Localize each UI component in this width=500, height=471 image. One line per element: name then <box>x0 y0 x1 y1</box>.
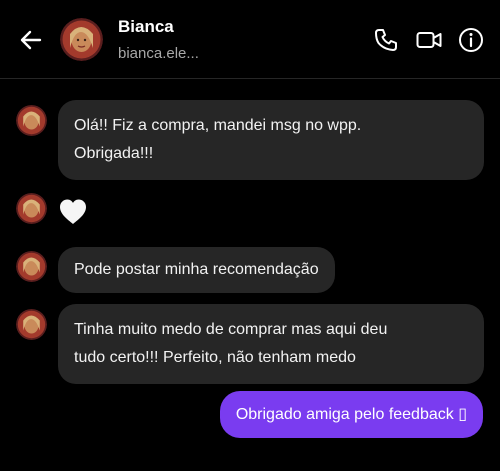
message-text-line: Tinha muito medo de comprar mas aqui deu <box>74 321 388 338</box>
contact-name[interactable]: Bianca <box>118 17 174 37</box>
sender-avatar[interactable] <box>16 193 47 224</box>
incoming-message-bubble[interactable]: Pode postar minha recomendação <box>58 247 335 293</box>
message-text-line: tudo certo!!! Perfeito, não tenham medo <box>74 349 356 366</box>
phone-icon[interactable] <box>372 26 400 54</box>
sender-avatar[interactable] <box>16 251 47 282</box>
incoming-message-bubble[interactable]: Tinha muito medo de comprar mas aqui deu… <box>58 304 484 384</box>
contact-avatar[interactable] <box>60 18 103 61</box>
white-heart-icon[interactable] <box>58 197 88 227</box>
back-arrow-icon[interactable] <box>18 27 44 53</box>
sender-avatar[interactable] <box>16 309 47 340</box>
info-icon[interactable] <box>457 26 485 54</box>
chat-window: Bianca bianca.ele... Olá!! Fiz a compra,… <box>0 0 500 471</box>
chat-header: Bianca bianca.ele... <box>0 0 500 79</box>
video-camera-icon[interactable] <box>415 26 443 54</box>
message-text-line: Olá!! Fiz a compra, mandei msg no wpp. <box>74 117 362 134</box>
outgoing-message-bubble[interactable]: Obrigado amiga pelo feedback ▯ <box>219 391 483 438</box>
message-text-line: Obrigada!!! <box>74 145 154 162</box>
sender-avatar[interactable] <box>16 105 47 136</box>
incoming-message-bubble[interactable]: Olá!! Fiz a compra, mandei msg no wpp. O… <box>58 100 484 180</box>
contact-handle: bianca.ele... <box>118 45 199 62</box>
